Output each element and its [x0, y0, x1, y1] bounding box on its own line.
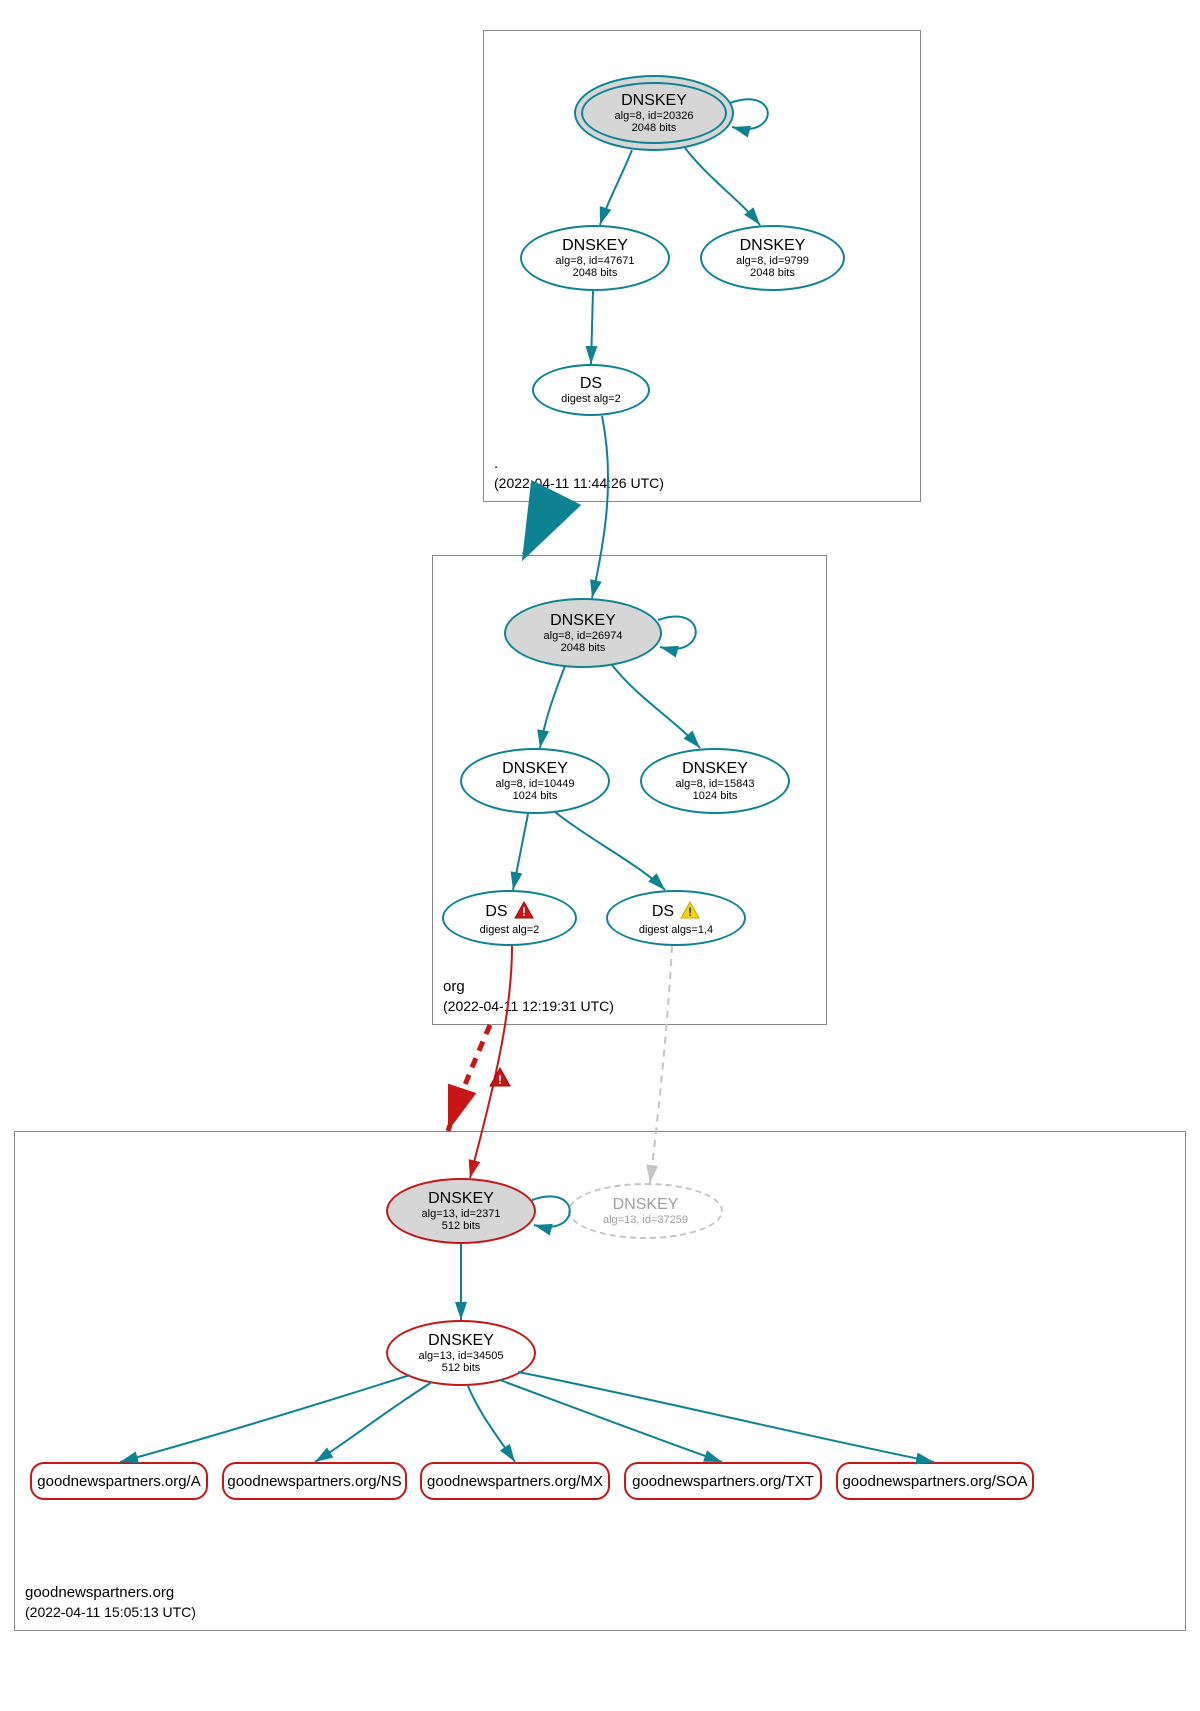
node-ds-org-1: DS ! digest alg=2: [442, 890, 577, 946]
node-dnskey-org-10449: DNSKEY alg=8, id=10449 1024 bits: [460, 748, 610, 814]
ds-alg: digest alg=2: [561, 393, 621, 405]
dnskey-alg: alg=13, id=2371: [422, 1208, 501, 1220]
node-dnskey-root-9799: DNSKEY alg=8, id=9799 2048 bits: [700, 225, 845, 291]
dnskey-title: DNSKEY: [621, 92, 687, 110]
ds-title: DS: [580, 375, 602, 393]
dnskey-alg: alg=8, id=10449: [496, 778, 575, 790]
rrset-soa: goodnewspartners.org/SOA: [836, 1462, 1034, 1500]
zone-root-label: . (2022-04-11 11:44:26 UTC): [494, 454, 664, 493]
rrset-label: goodnewspartners.org/SOA: [842, 1473, 1027, 1490]
ds-alg: digest algs=1,4: [639, 924, 713, 936]
dnskey-bits: 2048 bits: [561, 642, 606, 654]
dnskey-bits: 2048 bits: [573, 267, 618, 279]
dnskey-alg: alg=13, id=37259: [603, 1214, 688, 1226]
rrset-mx: goodnewspartners.org/MX: [420, 1462, 610, 1500]
node-dnskey-dom-37259: DNSKEY alg=13, id=37259: [568, 1183, 723, 1239]
dnskey-title: DNSKEY: [562, 237, 628, 255]
dnskey-alg: alg=8, id=26974: [544, 630, 623, 642]
zone-root-timestamp: (2022-04-11 11:44:26 UTC): [494, 475, 664, 491]
rrset-a: goodnewspartners.org/A: [30, 1462, 208, 1500]
rrset-ns: goodnewspartners.org/NS: [222, 1462, 407, 1500]
warning-icon-warning: !: [680, 901, 700, 924]
dnskey-title: DNSKEY: [502, 760, 568, 778]
node-dnskey-root-ksk: DNSKEY alg=8, id=20326 2048 bits: [574, 75, 734, 151]
zone-org-name: org: [443, 978, 465, 995]
zone-domain-timestamp: (2022-04-11 15:05:13 UTC): [25, 1604, 196, 1620]
rrset-label: goodnewspartners.org/NS: [227, 1473, 401, 1490]
rrset-label: goodnewspartners.org/TXT: [632, 1473, 814, 1490]
zone-org-timestamp: (2022-04-11 12:19:31 UTC): [443, 998, 614, 1014]
node-ds-root: DS digest alg=2: [532, 364, 650, 416]
zone-domain-name: goodnewspartners.org: [25, 1584, 174, 1601]
ds-title: DS: [485, 903, 507, 921]
zone-domain-label: goodnewspartners.org (2022-04-11 15:05:1…: [25, 1583, 196, 1622]
ds-alg: digest alg=2: [480, 924, 540, 936]
dnskey-title: DNSKEY: [550, 612, 616, 630]
dnskey-title: DNSKEY: [428, 1332, 494, 1350]
rrset-label: goodnewspartners.org/MX: [427, 1473, 603, 1490]
dnskey-bits: 2048 bits: [750, 267, 795, 279]
dnskey-bits: 1024 bits: [693, 790, 738, 802]
svg-text:!: !: [688, 905, 692, 919]
rrset-txt: goodnewspartners.org/TXT: [624, 1462, 822, 1500]
node-dnskey-dom-34505: DNSKEY alg=13, id=34505 512 bits: [386, 1320, 536, 1386]
warning-icon-error: !: [514, 901, 534, 924]
zone-root-name: .: [494, 455, 498, 472]
dnskey-alg: alg=8, id=20326: [615, 110, 694, 122]
dnskey-title: DNSKEY: [740, 237, 806, 255]
dnskey-title: DNSKEY: [428, 1190, 494, 1208]
dnskey-title: DNSKEY: [682, 760, 748, 778]
dnskey-bits: 512 bits: [442, 1220, 481, 1232]
svg-text:!: !: [498, 1073, 502, 1087]
dnskey-alg: alg=8, id=9799: [736, 255, 809, 267]
dnskey-bits: 1024 bits: [513, 790, 558, 802]
node-dnskey-org-26974: DNSKEY alg=8, id=26974 2048 bits: [504, 598, 662, 668]
dnskey-alg: alg=13, id=34505: [418, 1350, 503, 1362]
dnskey-bits: 512 bits: [442, 1362, 481, 1374]
dnskey-title: DNSKEY: [613, 1196, 679, 1214]
dnskey-alg: alg=8, id=47671: [556, 255, 635, 267]
dnskey-alg: alg=8, id=15843: [676, 778, 755, 790]
rrset-label: goodnewspartners.org/A: [37, 1473, 200, 1490]
node-ds-org-2: DS ! digest algs=1,4: [606, 890, 746, 946]
node-dnskey-org-15843: DNSKEY alg=8, id=15843 1024 bits: [640, 748, 790, 814]
node-dnskey-root-47671: DNSKEY alg=8, id=47671 2048 bits: [520, 225, 670, 291]
node-dnskey-dom-2371: DNSKEY alg=13, id=2371 512 bits: [386, 1178, 536, 1244]
zone-org-label: org (2022-04-11 12:19:31 UTC): [443, 977, 614, 1016]
svg-text:!: !: [522, 905, 526, 919]
dnskey-bits: 2048 bits: [632, 122, 677, 134]
ds-title: DS: [652, 903, 674, 921]
